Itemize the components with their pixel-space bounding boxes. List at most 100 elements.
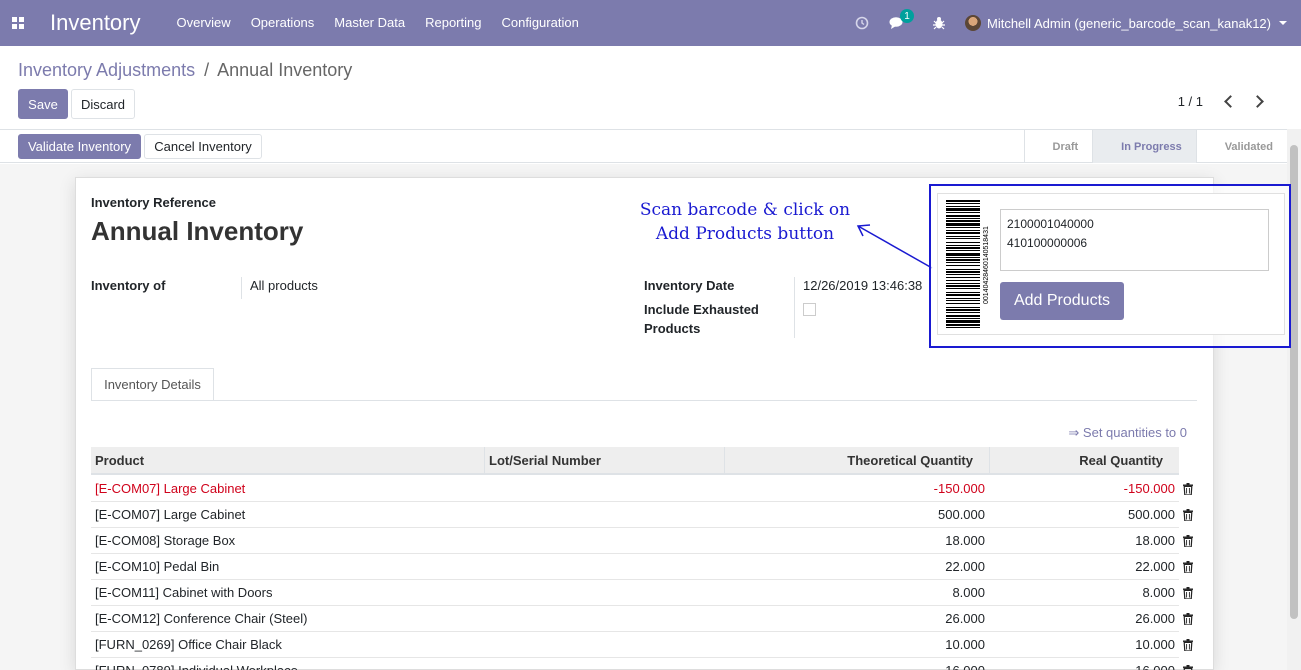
cell-lot[interactable] (484, 502, 724, 528)
previous-icon[interactable] (1224, 95, 1237, 108)
cell-lot[interactable] (484, 632, 724, 658)
pager-value[interactable]: 1 / 1 (1178, 94, 1203, 109)
cell-product[interactable]: [E-COM11] Cabinet with Doors (91, 580, 485, 606)
stage-draft[interactable]: Draft (1023, 130, 1093, 163)
trash-icon[interactable] (1183, 613, 1193, 625)
inventory-of-label: Inventory of (91, 278, 166, 293)
field-divider (241, 277, 242, 299)
scrollbar-thumb[interactable] (1290, 145, 1298, 619)
cell-real-qty[interactable]: 16.000 (989, 658, 1179, 670)
chevron-down-icon[interactable] (1279, 21, 1287, 25)
cell-product[interactable]: [E-COM07] Large Cabinet (91, 502, 485, 528)
cell-theoretical-qty[interactable]: 16.000 (724, 658, 989, 670)
column-lot-serial[interactable]: Lot/Serial Number (484, 447, 724, 474)
cell-lot[interactable] (484, 554, 724, 580)
cell-real-qty[interactable]: -150.000 (989, 476, 1179, 502)
discard-button[interactable]: Discard (71, 89, 135, 119)
trash-icon[interactable] (1183, 483, 1193, 495)
barcode-input[interactable]: 2100001040000 410100000006 (1000, 209, 1269, 271)
menu-reporting[interactable]: Reporting (415, 0, 491, 46)
chat-badge: 1 (900, 9, 914, 23)
menu-master-data[interactable]: Master Data (324, 0, 415, 46)
tab-inventory-details[interactable]: Inventory Details (91, 368, 214, 401)
cell-product[interactable]: [FURN_0269] Office Chair Black (91, 632, 485, 658)
table-row[interactable]: [E-COM10] Pedal Bin 22.000 22.000 (91, 554, 1179, 580)
cell-lot[interactable] (484, 658, 724, 670)
save-button[interactable]: Save (18, 89, 68, 119)
breadcrumb: Inventory Adjustments / Annual Inventory (18, 60, 352, 81)
menu-configuration[interactable]: Configuration (491, 0, 588, 46)
cell-product[interactable]: [FURN_0789] Individual Workplace (91, 658, 485, 670)
chat-icon[interactable]: 1 (889, 9, 914, 30)
trash-icon[interactable] (1183, 665, 1193, 670)
barcode-number: 0014042846014051843​1 (983, 226, 990, 304)
table-row[interactable]: [E-COM11] Cabinet with Doors 8.000 8.000 (91, 580, 1179, 606)
bug-icon[interactable] (933, 16, 945, 30)
inventory-date-value[interactable]: 12/26/2019 13:46:38 (803, 278, 922, 293)
cell-lot[interactable] (484, 580, 724, 606)
table-header: Product Lot/Serial Number Theoretical Qu… (91, 447, 1179, 475)
add-products-button[interactable]: Add Products (1000, 282, 1124, 320)
cell-theoretical-qty[interactable]: 500.000 (724, 502, 989, 528)
menu-operations[interactable]: Operations (241, 0, 325, 46)
cell-real-qty[interactable]: 22.000 (989, 554, 1179, 580)
cell-lot[interactable] (484, 606, 724, 632)
menu-overview[interactable]: Overview (167, 0, 241, 46)
column-real-qty[interactable]: Real Quantity (989, 447, 1179, 474)
main-menu: Overview Operations Master Data Reportin… (167, 0, 589, 46)
pager: 1 / 1 (1178, 94, 1271, 109)
cell-real-qty[interactable]: 26.000 (989, 606, 1179, 632)
table-row[interactable]: [FURN_0269] Office Chair Black 10.000 10.0… (91, 632, 1179, 658)
validate-inventory-button[interactable]: Validate Inventory (18, 134, 141, 159)
trash-icon[interactable] (1183, 509, 1193, 521)
app-title[interactable]: Inventory (50, 10, 141, 36)
column-theoretical-qty[interactable]: Theoretical Quantity (724, 447, 989, 474)
cell-theoretical-qty[interactable]: 8.000 (724, 580, 989, 606)
stage-in-progress[interactable]: In Progress (1092, 130, 1196, 163)
trash-icon[interactable] (1183, 561, 1193, 573)
user-menu[interactable]: Mitchell Admin (generic_barcode_scan_kan… (987, 16, 1271, 31)
trash-icon[interactable] (1183, 587, 1193, 599)
annotation-line-2: Add Products button (655, 224, 835, 244)
cell-lot[interactable] (484, 476, 724, 502)
reference-label: Inventory Reference (91, 195, 216, 210)
cell-theoretical-qty[interactable]: 22.000 (724, 554, 989, 580)
cancel-inventory-button[interactable]: Cancel Inventory (144, 134, 262, 159)
cell-product[interactable]: [E-COM10] Pedal Bin (91, 554, 485, 580)
stage-validated[interactable]: Validated (1195, 130, 1287, 163)
inventory-reference[interactable]: Annual Inventory (91, 216, 303, 247)
cell-product[interactable]: [E-COM08] Storage Box (91, 528, 485, 554)
table-row[interactable]: [FURN_0789] Individual Workplace 16.00016… (91, 658, 1179, 670)
next-icon[interactable] (1251, 95, 1264, 108)
cell-lot[interactable] (484, 528, 724, 554)
table-row[interactable]: [E-COM07] Large Cabinet 500.000 500.000 (91, 502, 1179, 528)
table-row[interactable]: [E-COM08] Storage Box 18.000 18.000 (91, 528, 1179, 554)
user-avatar[interactable] (965, 15, 981, 31)
cell-real-qty[interactable]: 8.000 (989, 580, 1179, 606)
breadcrumb-parent[interactable]: Inventory Adjustments (18, 60, 195, 80)
clock-icon[interactable] (855, 16, 869, 30)
table-row[interactable]: [E-COM07] Large Cabinet -150.000 -150.000 (91, 476, 1179, 502)
trash-icon[interactable] (1183, 639, 1193, 651)
inventory-of-value[interactable]: All products (250, 278, 318, 293)
cell-theoretical-qty[interactable]: 26.000 (724, 606, 989, 632)
column-product[interactable]: Product (91, 447, 485, 474)
cell-theoretical-qty[interactable]: -150.000 (724, 476, 989, 502)
trash-icon[interactable] (1183, 535, 1193, 547)
status-stages: Draft In Progress Validated (1023, 130, 1288, 163)
cell-theoretical-qty[interactable]: 18.000 (724, 528, 989, 554)
cell-product[interactable]: [E-COM07] Large Cabinet (91, 476, 485, 502)
annotation-line-1: Scan barcode & click on (639, 200, 851, 220)
tab-divider (91, 400, 1197, 401)
include-exhausted-label-2: Products (644, 321, 701, 336)
cell-real-qty[interactable]: 500.000 (989, 502, 1179, 528)
top-navbar: Inventory Overview Operations Master Dat… (0, 0, 1301, 46)
apps-menu-icon[interactable] (0, 0, 36, 46)
cell-real-qty[interactable]: 18.000 (989, 528, 1179, 554)
cell-real-qty[interactable]: 10.000 (989, 632, 1179, 658)
include-exhausted-checkbox[interactable] (803, 303, 816, 316)
cell-theoretical-qty[interactable]: 10.000 (724, 632, 989, 658)
set-quantities-zero-link[interactable]: ⇒ Set quantities to 0 (1068, 425, 1187, 441)
cell-product[interactable]: [E-COM12] Conference Chair (Steel) (91, 606, 485, 632)
table-row[interactable]: [E-COM12] Conference Chair (Steel) 26.000… (91, 606, 1179, 632)
